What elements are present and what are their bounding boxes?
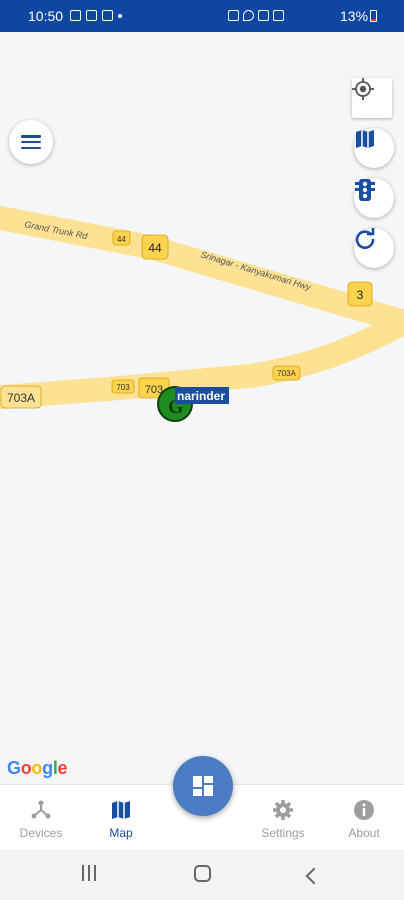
image-icon — [70, 10, 81, 21]
map-view[interactable]: Grand Trunk Rd Srinagar - Kanyakumari Hw… — [0, 32, 404, 784]
nav-label-settings: Settings — [261, 826, 305, 840]
status-bar: 10:50 13% — [0, 0, 404, 32]
device-marker[interactable]: G narinder — [157, 386, 229, 422]
shield-703-small: 703 — [111, 379, 135, 394]
battery-percent: 13% — [340, 8, 369, 24]
shield-703a-right-text: 703A — [277, 369, 296, 378]
crosshair-icon — [352, 78, 374, 100]
google-attribution: Google — [7, 758, 68, 779]
my-location-button[interactable] — [352, 78, 392, 118]
nav-item-settings[interactable]: Settings — [243, 785, 323, 851]
status-right-icons — [228, 10, 284, 21]
road-703a — [0, 311, 404, 410]
info-icon — [354, 800, 374, 820]
shield-3: 3 — [347, 281, 373, 307]
traffic-light-icon — [355, 179, 375, 201]
dashboard-icon — [193, 776, 213, 796]
status-left-icons — [70, 10, 122, 21]
map-type-button[interactable] — [354, 128, 394, 168]
nav-item-about[interactable]: About — [324, 785, 404, 851]
refresh-icon — [355, 228, 375, 249]
wifi-icon — [258, 10, 269, 21]
home-button[interactable] — [194, 865, 211, 882]
menu-icon — [21, 135, 41, 149]
status-time: 10:50 — [28, 8, 64, 24]
shield-44-text: 44 — [148, 241, 162, 255]
traffic-button[interactable] — [354, 178, 394, 218]
shield-703-small-text: 703 — [116, 383, 130, 392]
menu-button[interactable] — [9, 120, 53, 164]
gear-icon — [273, 800, 293, 820]
marker-label: narinder — [177, 389, 225, 403]
nav-label-about: About — [348, 826, 380, 840]
refresh-button[interactable] — [354, 228, 394, 268]
system-navigation-bar — [0, 850, 404, 900]
shield-44-small: 44 — [112, 230, 131, 246]
dot-icon — [118, 14, 122, 18]
back-button[interactable] — [305, 867, 323, 885]
shield-703a-left: 703A — [0, 385, 42, 409]
map-icon — [112, 801, 130, 819]
devices-icon — [31, 800, 51, 819]
lock-icon — [102, 10, 113, 21]
road-703a-edge — [375, 310, 404, 344]
google-attribution-text: Google — [7, 758, 68, 778]
nav-label-devices: Devices — [19, 826, 63, 840]
nav-item-map[interactable]: Map — [81, 785, 161, 851]
media-icon — [86, 10, 97, 21]
map-canvas: Grand Trunk Rd Srinagar - Kanyakumari Hw… — [0, 205, 404, 422]
nav-item-devices[interactable]: Devices — [1, 785, 81, 851]
shield-3-text: 3 — [357, 288, 364, 302]
recents-button[interactable] — [82, 865, 96, 881]
shield-44: 44 — [141, 234, 169, 260]
nav-label-map: Map — [109, 826, 133, 840]
shield-703a-left-text: 703A — [7, 391, 35, 405]
location-icon — [243, 10, 254, 21]
map-icon — [356, 130, 374, 148]
signal-icon — [273, 10, 284, 21]
battery-icon — [370, 10, 377, 22]
alarm-icon — [228, 10, 239, 21]
dashboard-button[interactable] — [173, 756, 233, 816]
shield-703a-right: 703A — [272, 365, 301, 381]
shield-44-small-text: 44 — [117, 235, 126, 244]
